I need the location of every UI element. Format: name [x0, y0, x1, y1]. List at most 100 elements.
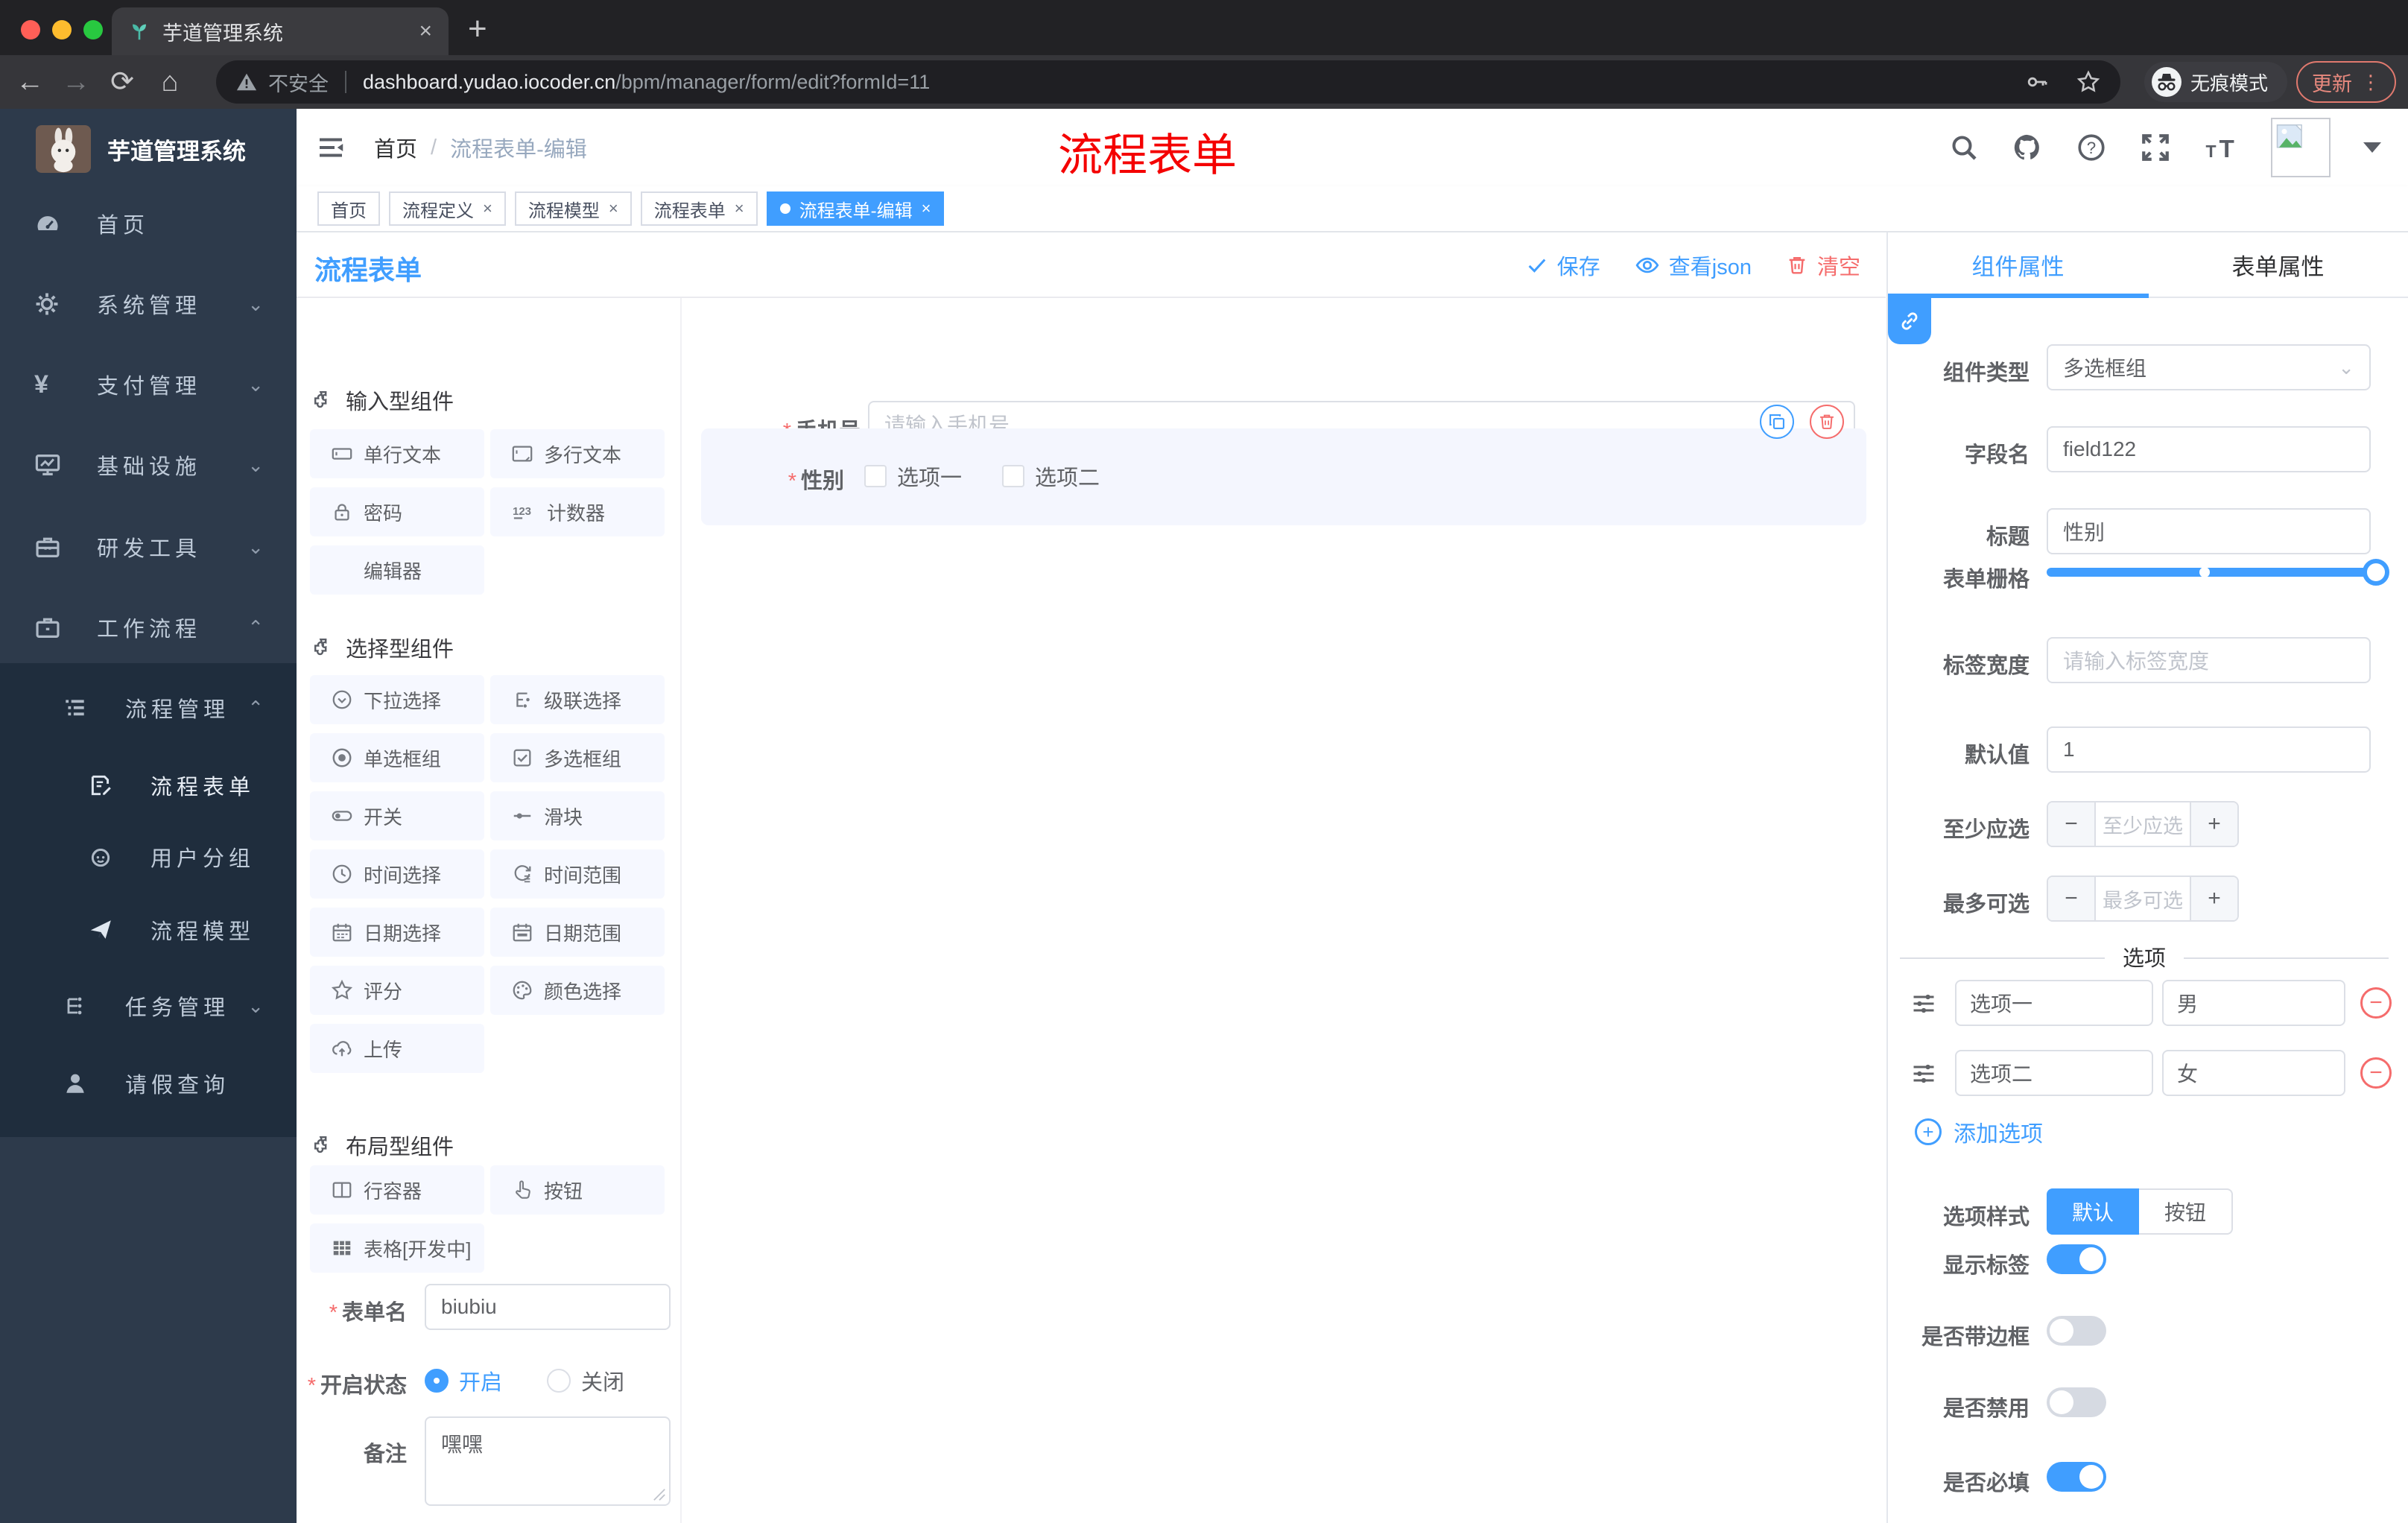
- browser-tab[interactable]: 芋道管理系统 ×: [112, 7, 449, 55]
- component-type-select[interactable]: 多选框组 ⌄: [2047, 344, 2371, 390]
- tag-close-icon[interactable]: ×: [735, 199, 744, 218]
- max-placeholder[interactable]: 最多可选: [2096, 877, 2190, 920]
- field-name-input[interactable]: field122: [2047, 426, 2371, 472]
- password-key-icon[interactable]: [2025, 70, 2049, 94]
- radio-on-icon[interactable]: [425, 1369, 449, 1393]
- component-counter[interactable]: 123 计数器: [490, 487, 665, 536]
- component-row-container[interactable]: 行容器: [310, 1165, 484, 1215]
- drag-handle-icon[interactable]: [1910, 990, 1937, 1017]
- style-default-button[interactable]: 默认: [2047, 1188, 2140, 1235]
- component-table-dev[interactable]: 表格[开发中]: [310, 1223, 484, 1273]
- sidebar-item-user-group[interactable]: 用户分组: [0, 827, 297, 887]
- sidebar-item-home[interactable]: 首页: [0, 194, 297, 253]
- slider-handle[interactable]: [2363, 559, 2389, 586]
- github-icon[interactable]: [2012, 132, 2043, 163]
- component-time-range[interactable]: 时间范围: [490, 849, 665, 899]
- option-value-input[interactable]: 男: [2162, 980, 2345, 1026]
- sidebar-item-process-mgmt[interactable]: 流程管理 ⌃: [0, 678, 297, 738]
- avatar[interactable]: [2271, 118, 2331, 177]
- tag-close-icon[interactable]: ×: [609, 199, 618, 218]
- sidebar-item-task-mgmt[interactable]: 任务管理 ⌄: [0, 976, 297, 1036]
- gender-checkbox-2[interactable]: 选项二: [1002, 460, 1100, 492]
- component-upload[interactable]: 上传: [310, 1024, 484, 1073]
- search-icon[interactable]: [1949, 133, 1979, 162]
- security-label[interactable]: 不安全: [268, 68, 329, 97]
- forward-icon[interactable]: →: [60, 67, 92, 97]
- checkbox-icon[interactable]: [864, 465, 887, 487]
- tag-process-form[interactable]: 流程表单 ×: [640, 191, 758, 226]
- option-label-input[interactable]: 选项二: [1955, 1050, 2153, 1096]
- status-radio-off[interactable]: 关闭: [547, 1365, 624, 1396]
- tab-form-props[interactable]: 表单属性: [2148, 232, 2408, 297]
- label-width-input[interactable]: 请输入标签宽度: [2047, 637, 2371, 683]
- disabled-toggle[interactable]: [2047, 1387, 2106, 1417]
- tag-process-definition[interactable]: 流程定义 ×: [389, 191, 506, 226]
- component-time-picker[interactable]: 时间选择: [310, 849, 484, 899]
- breadcrumb-home[interactable]: 首页: [374, 132, 417, 163]
- copy-component-button[interactable]: [1760, 405, 1794, 439]
- traffic-close-icon[interactable]: [21, 20, 40, 39]
- tab-component-props[interactable]: 组件属性: [1888, 232, 2148, 297]
- minus-button[interactable]: −: [2048, 802, 2096, 846]
- component-date-picker[interactable]: 日期选择: [310, 908, 484, 957]
- help-icon[interactable]: ?: [2076, 132, 2107, 163]
- resize-handle-icon[interactable]: [653, 1488, 666, 1501]
- sidebar-logo[interactable]: 芋道管理系统: [0, 116, 297, 182]
- tag-close-icon[interactable]: ×: [483, 199, 492, 218]
- sidebar-item-system[interactable]: 系统管理 ⌄: [0, 274, 297, 334]
- minus-button[interactable]: −: [2048, 877, 2096, 920]
- link-handle[interactable]: [1888, 298, 1931, 344]
- sidebar-item-devtools[interactable]: 研发工具 ⌄: [0, 517, 297, 577]
- traffic-minimize-icon[interactable]: [52, 20, 72, 39]
- default-input[interactable]: 1: [2047, 726, 2371, 773]
- remove-option-button[interactable]: −: [2360, 1057, 2392, 1089]
- hamburger-icon[interactable]: [316, 133, 346, 162]
- clear-button[interactable]: 清空: [1786, 250, 1860, 281]
- option-label-input[interactable]: 选项一: [1955, 980, 2153, 1026]
- sidebar-item-infra[interactable]: 基础设施 ⌄: [0, 435, 297, 495]
- component-button[interactable]: 按钮: [490, 1165, 665, 1215]
- avatar-caret-icon[interactable]: [2363, 142, 2381, 153]
- gender-checkbox-1[interactable]: 选项一: [864, 460, 962, 492]
- font-size-icon[interactable]: TT: [2204, 132, 2238, 163]
- component-switch[interactable]: 开关: [310, 791, 484, 840]
- min-placeholder[interactable]: 至少应选: [2096, 802, 2190, 846]
- show-label-toggle[interactable]: [2047, 1244, 2106, 1274]
- plus-button[interactable]: +: [2190, 877, 2237, 920]
- component-multi-text[interactable]: 多行文本: [490, 429, 665, 478]
- component-cascader[interactable]: 级联选择: [490, 675, 665, 724]
- border-toggle[interactable]: [2047, 1316, 2106, 1346]
- tab-close-icon[interactable]: ×: [419, 19, 432, 44]
- save-button[interactable]: 保存: [1526, 250, 1600, 281]
- radio-off-icon[interactable]: [547, 1369, 571, 1393]
- tag-close-icon[interactable]: ×: [922, 199, 931, 218]
- title-input[interactable]: 性别: [2047, 508, 2371, 554]
- address-bar[interactable]: 不安全 dashboard.yudao.iocoder.cn/bpm/manag…: [216, 60, 2120, 104]
- back-icon[interactable]: ←: [13, 67, 46, 97]
- tag-process-form-edit[interactable]: 流程表单-编辑 ×: [766, 191, 945, 226]
- bookmark-star-icon[interactable]: [2076, 69, 2101, 95]
- reload-icon[interactable]: ⟳: [106, 67, 139, 97]
- tag-process-model[interactable]: 流程模型 ×: [514, 191, 632, 226]
- traffic-zoom-icon[interactable]: [83, 20, 103, 39]
- sidebar-item-leave-query[interactable]: 请假查询: [0, 1054, 297, 1113]
- status-radio-on[interactable]: 开启: [425, 1365, 502, 1396]
- component-slider[interactable]: 滑块: [490, 791, 665, 840]
- update-button[interactable]: 更新 ⋮: [2296, 61, 2396, 103]
- component-checkbox-group[interactable]: 多选框组: [490, 733, 665, 782]
- drag-handle-icon[interactable]: [1910, 1060, 1937, 1087]
- remove-option-button[interactable]: −: [2360, 987, 2392, 1019]
- component-radio-group[interactable]: 单选框组: [310, 733, 484, 782]
- component-date-range[interactable]: 日期范围: [490, 908, 665, 957]
- sidebar-item-process-model[interactable]: 流程模型: [0, 900, 297, 960]
- browser-menu-icon[interactable]: ⋮: [2361, 71, 2380, 94]
- slider-track[interactable]: [2047, 568, 2379, 577]
- view-json-button[interactable]: 查看json: [1635, 250, 1752, 281]
- component-editor[interactable]: 编辑器: [310, 545, 484, 595]
- component-password[interactable]: 密码: [310, 487, 484, 536]
- sidebar-item-payment[interactable]: ¥ 支付管理 ⌄: [0, 355, 297, 414]
- form-name-input[interactable]: biubiu: [425, 1284, 671, 1330]
- new-tab-button[interactable]: +: [468, 10, 487, 48]
- fullscreen-icon[interactable]: [2140, 132, 2171, 163]
- sidebar-item-workflow[interactable]: 工作流程 ⌃: [0, 598, 297, 657]
